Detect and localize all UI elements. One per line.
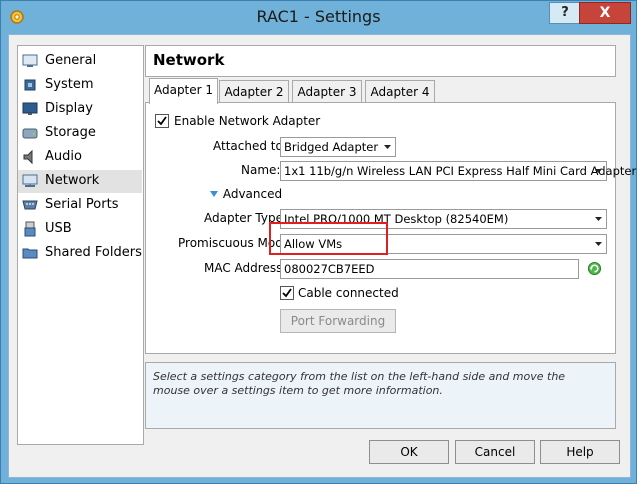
sidebar-item-general[interactable]: General <box>18 50 142 73</box>
monitor-general-icon <box>22 54 38 67</box>
sidebar-item-system[interactable]: System <box>18 74 142 97</box>
cable-connected-label: Cable connected <box>298 286 399 300</box>
cancel-button[interactable]: Cancel <box>455 440 535 464</box>
checkmark-icon <box>282 288 292 298</box>
dialog-client-area: General System Display Storage Audio Net… <box>8 34 636 478</box>
close-button[interactable]: X <box>579 2 631 24</box>
dropdown-arrow-icon <box>384 145 391 149</box>
sidebar-item-shared-folders[interactable]: Shared Folders <box>18 242 142 265</box>
cable-connected-checkbox[interactable] <box>280 286 294 300</box>
attached-to-select[interactable]: Bridged Adapter <box>280 137 396 157</box>
sidebar-item-label: Storage <box>45 125 96 140</box>
tab-label: Adapter 1 <box>153 83 214 97</box>
tab-label: Adapter 4 <box>370 85 430 99</box>
sidebar-item-display[interactable]: Display <box>18 98 142 121</box>
title-help-button[interactable]: ? <box>549 2 581 24</box>
enable-adapter-checkbox[interactable] <box>155 114 169 128</box>
sidebar-item-label: Shared Folders <box>45 245 142 260</box>
help-info-box: Select a settings category from the list… <box>145 362 616 429</box>
serial-port-icon <box>22 200 38 210</box>
tab-label: Adapter 2 <box>224 85 284 99</box>
usb-icon <box>24 221 36 237</box>
sidebar-item-label: General <box>45 53 97 68</box>
tab-adapter-4[interactable]: Adapter 4 <box>365 80 435 103</box>
attached-to-value: Bridged Adapter <box>284 140 379 154</box>
help-info-text: Select a settings category from the list… <box>153 370 566 397</box>
network-icon <box>22 174 38 187</box>
audio-speaker-icon <box>23 149 33 165</box>
mac-address-value: 080027CB7EED <box>284 262 375 276</box>
folder-icon <box>22 248 38 259</box>
settings-window: RAC1 - Settings ? X General System Displ… <box>0 0 637 484</box>
expand-triangle-icon <box>210 191 218 197</box>
promiscuous-mode-highlight <box>269 222 388 255</box>
sidebar-item-label: Audio <box>45 149 82 164</box>
sidebar-item-label: Serial Ports <box>45 197 119 212</box>
attached-to-label: Attached to: <box>213 139 287 153</box>
refresh-mac-icon[interactable] <box>587 261 602 276</box>
sidebar-item-serial-ports[interactable]: Serial Ports <box>18 194 142 217</box>
sidebar-item-audio[interactable]: Audio <box>18 146 142 169</box>
dropdown-arrow-icon <box>595 242 602 246</box>
mac-address-input[interactable]: 080027CB7EED <box>280 259 579 279</box>
ok-button[interactable]: OK <box>369 440 449 464</box>
tab-adapter-1[interactable]: Adapter 1 <box>149 78 218 104</box>
sidebar-item-network[interactable]: Network <box>18 170 142 193</box>
enable-adapter-label: Enable Network Adapter <box>174 114 321 128</box>
mac-address-label: MAC Address: <box>204 261 287 275</box>
storage-disk-icon <box>22 128 38 139</box>
dropdown-arrow-icon <box>595 217 602 221</box>
window-title: RAC1 - Settings <box>256 7 381 26</box>
sidebar-item-label: System <box>45 77 94 92</box>
tab-adapter-2[interactable]: Adapter 2 <box>219 80 289 103</box>
tab-adapter-3[interactable]: Adapter 3 <box>292 80 362 103</box>
help-button[interactable]: Help <box>540 440 620 464</box>
adapter-name-value: 1x1 11b/g/n Wireless LAN PCI Express Hal… <box>284 164 637 178</box>
port-forwarding-button[interactable]: Port Forwarding <box>280 309 396 333</box>
sidebar-item-label: Network <box>45 173 100 188</box>
sidebar-item-usb[interactable]: USB <box>18 218 142 241</box>
page-title: Network <box>153 51 225 69</box>
chip-system-icon <box>24 79 36 91</box>
sidebar-item-label: Display <box>45 101 93 116</box>
category-list[interactable]: General System Display Storage Audio Net… <box>17 45 144 445</box>
sidebar-item-label: USB <box>45 221 72 236</box>
name-label: Name: <box>241 163 281 177</box>
tab-label: Adapter 3 <box>297 85 357 99</box>
checkmark-icon <box>157 116 167 126</box>
display-icon <box>22 102 38 115</box>
title-bar[interactable]: RAC1 - Settings ? X <box>1 1 636 34</box>
advanced-label: Advanced <box>222 187 283 201</box>
advanced-toggle[interactable]: Advanced <box>209 187 282 201</box>
adapter-name-select[interactable]: 1x1 11b/g/n Wireless LAN PCI Express Hal… <box>280 161 636 181</box>
sidebar-item-storage[interactable]: Storage <box>18 122 142 145</box>
dropdown-arrow-icon <box>595 169 602 173</box>
page-header: Network <box>145 45 616 77</box>
